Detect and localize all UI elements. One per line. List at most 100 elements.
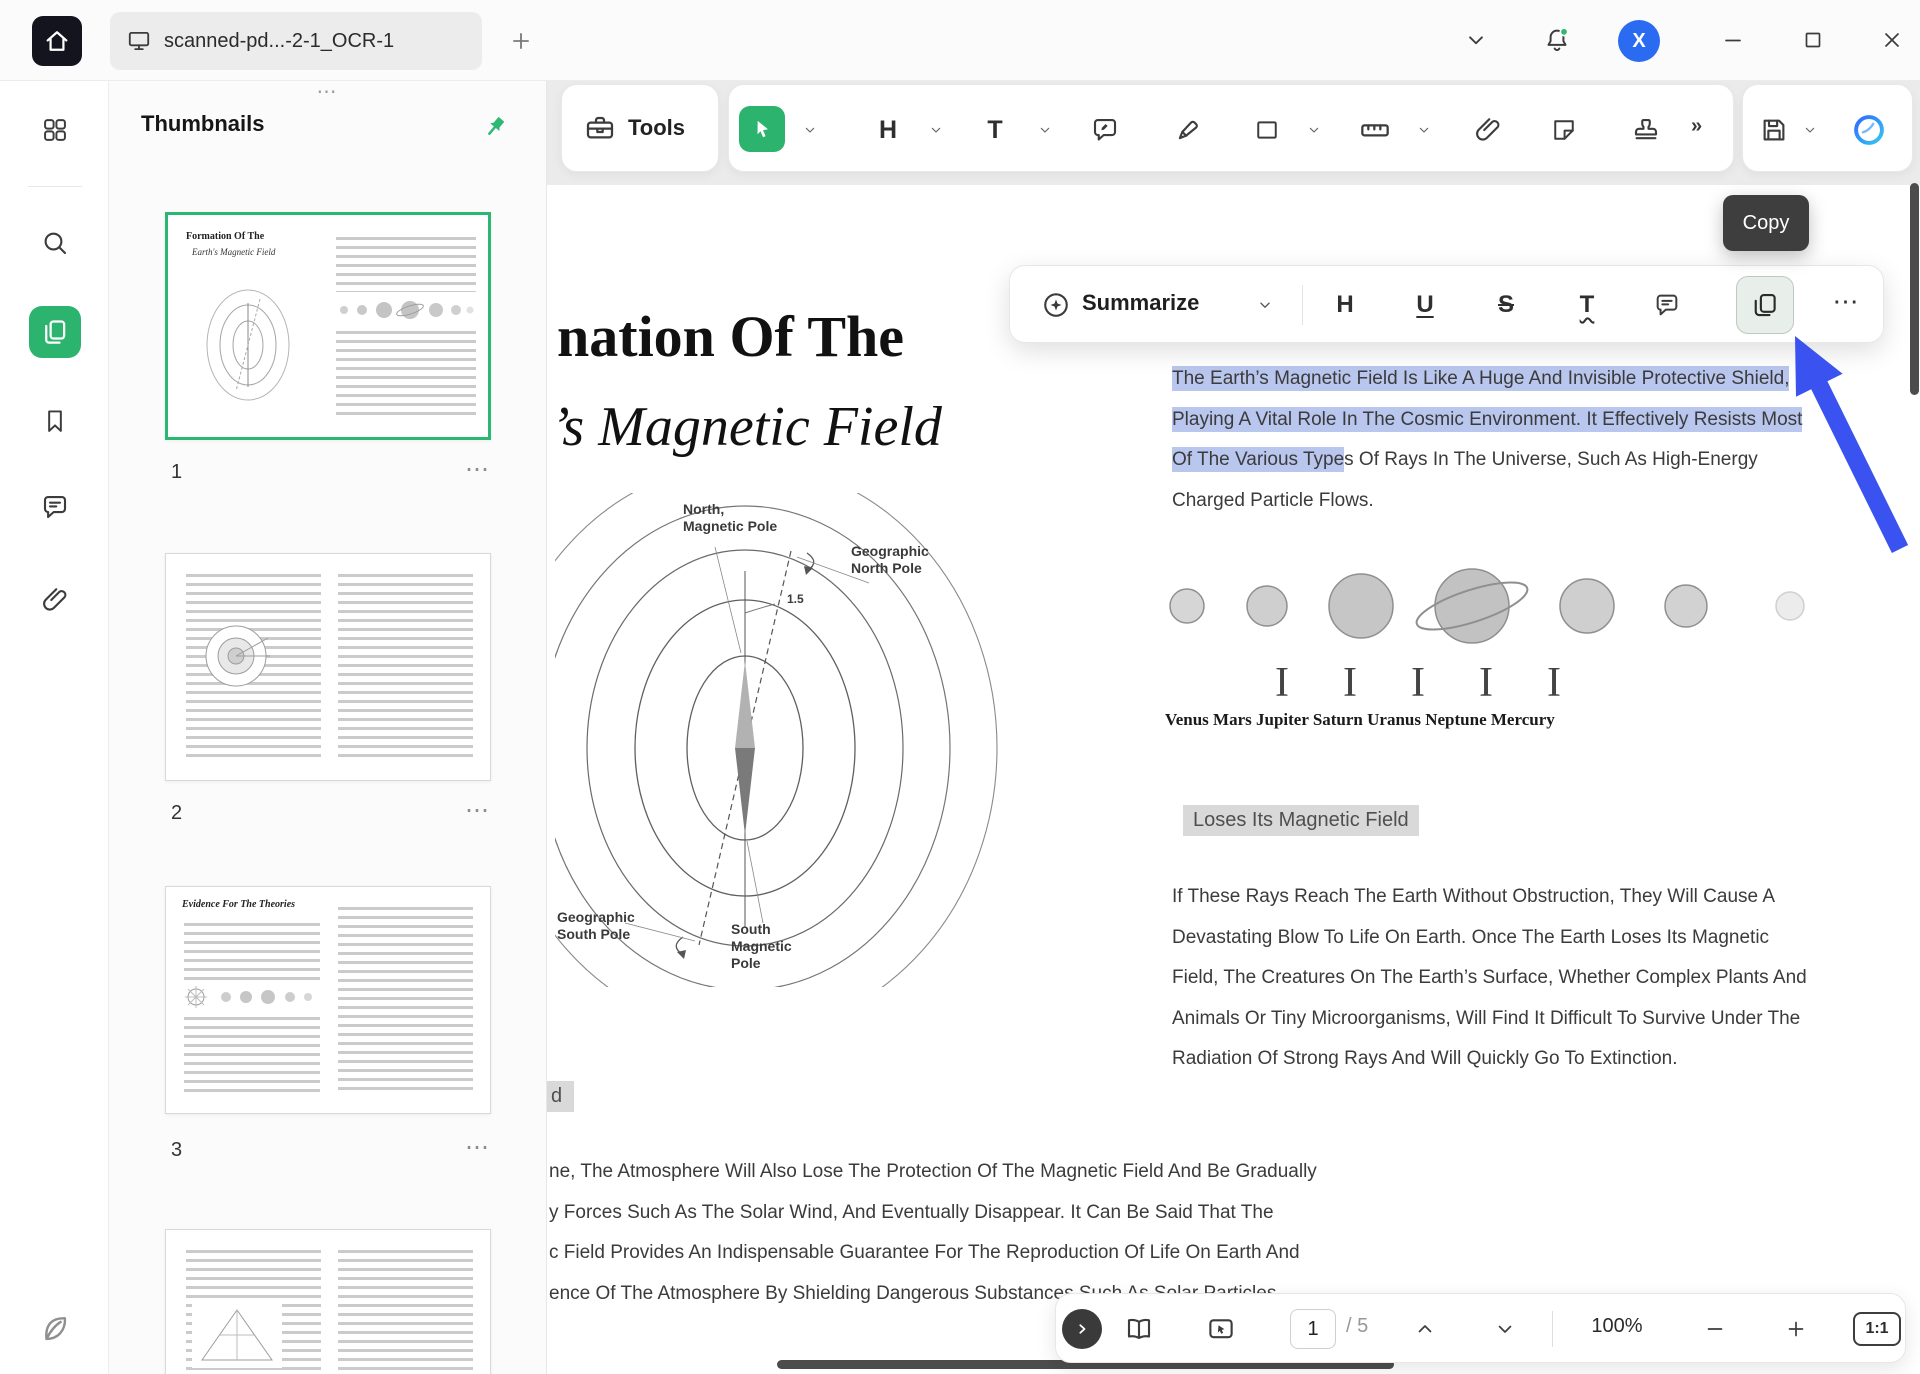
home-button[interactable] <box>32 16 82 66</box>
thumb1-planets <box>336 297 476 323</box>
search-button[interactable] <box>35 223 75 263</box>
chevron-down-icon <box>1493 1317 1517 1341</box>
new-tab-button[interactable] <box>504 24 538 58</box>
highlighter-icon <box>1173 115 1203 145</box>
minus-icon <box>1703 1317 1727 1341</box>
chevron-down-icon <box>928 122 944 138</box>
vertical-scrollbar[interactable] <box>1910 183 1919 395</box>
summarize-button[interactable] <box>1036 285 1076 325</box>
next-page-button[interactable] <box>1485 1309 1525 1349</box>
workspace: ⋯ Thumbnails Formation Of The Earth's Ma… <box>0 81 1920 1374</box>
page-number-2: 2 <box>171 802 182 825</box>
actual-size-button[interactable]: 1:1 <box>1853 1312 1901 1346</box>
monitor-icon <box>126 28 152 54</box>
expand-toolbar-button[interactable] <box>1062 1309 1102 1349</box>
planet-saturn <box>1435 569 1509 643</box>
collapse-toolbar-button[interactable] <box>1456 20 1496 60</box>
notifications-button[interactable] <box>1537 20 1577 60</box>
heading-tool-button[interactable]: H <box>868 110 908 150</box>
comment-icon <box>40 492 70 522</box>
zoom-in-button[interactable] <box>1776 1309 1816 1349</box>
highlight-text-button[interactable]: H <box>1325 285 1365 325</box>
chevron-down-icon <box>802 122 818 138</box>
summarize-label[interactable]: Summarize <box>1082 290 1199 316</box>
zoom-out-button[interactable] <box>1695 1309 1735 1349</box>
squiggly-underline-button[interactable]: T <box>1567 285 1607 325</box>
pin-panel-button[interactable] <box>477 109 513 145</box>
text-tool-button[interactable]: T <box>975 110 1015 150</box>
ai-assistant-button[interactable] <box>1849 110 1889 150</box>
ratio-label: 1:1 <box>1865 1320 1888 1338</box>
comment-tool-button[interactable] <box>1085 110 1125 150</box>
tools-menu-button[interactable]: Tools <box>561 84 719 172</box>
save-button[interactable] <box>1754 110 1794 150</box>
zoom-level[interactable]: 100% <box>1577 1315 1657 1338</box>
sticker-tool-button[interactable] <box>1544 110 1584 150</box>
grid-view-button[interactable] <box>35 110 75 150</box>
page-2-more-button[interactable]: ⋯ <box>445 796 491 825</box>
context-more-button[interactable]: ⋯ <box>1826 286 1866 317</box>
highlighter-tool-button[interactable] <box>1168 110 1208 150</box>
page-3-more-button[interactable]: ⋯ <box>445 1133 491 1162</box>
bell-icon <box>1543 26 1571 54</box>
maximize-icon <box>1801 28 1825 52</box>
page-1-more-button[interactable]: ⋯ <box>445 455 491 484</box>
select-tool-dropdown[interactable] <box>801 121 819 139</box>
thumbnail-page-2[interactable] <box>165 553 491 781</box>
toolbar-overflow-button[interactable]: » <box>1691 115 1702 138</box>
magnetic-field-diagram: North,Magnetic Pole GeographicNorth Pole… <box>555 493 1061 987</box>
measure-tool-button[interactable] <box>1355 110 1395 150</box>
minimize-button[interactable] <box>1713 20 1753 60</box>
sidebar-item-bookmarks[interactable] <box>35 401 75 441</box>
text-tool-dropdown[interactable] <box>1036 121 1054 139</box>
pointer-mode-button[interactable] <box>1201 1309 1241 1349</box>
document-tab[interactable]: scanned-pd...-2-1_OCR-1 <box>110 12 482 70</box>
planet-uranus <box>1560 579 1614 633</box>
save-dropdown[interactable] <box>1801 121 1819 139</box>
strikeout-text-button[interactable]: S <box>1486 285 1526 325</box>
underline-icon: U <box>1416 291 1433 319</box>
shapes-tool-button[interactable] <box>1247 110 1287 150</box>
close-button[interactable] <box>1872 20 1912 60</box>
thumbnail-page-4[interactable] <box>165 1229 491 1374</box>
titlebar: scanned-pd...-2-1_OCR-1 X <box>0 0 1920 81</box>
stamp-tool-button[interactable] <box>1626 110 1666 150</box>
text-tool-icon: T <box>987 116 1002 145</box>
attach-tool-button[interactable] <box>1468 110 1508 150</box>
shapes-tool-dropdown[interactable] <box>1305 121 1323 139</box>
comment-icon <box>1653 291 1681 319</box>
ruler-icon <box>1359 114 1391 146</box>
page-number-input[interactable]: 1 <box>1290 1309 1336 1349</box>
ai-assistant-icon <box>1851 112 1887 148</box>
close-icon <box>1880 28 1904 52</box>
measure-tool-dropdown[interactable] <box>1415 121 1433 139</box>
sidebar-item-thumbnails[interactable] <box>29 306 81 358</box>
thumb2-textlines <box>338 574 473 762</box>
label-axis-angle: 1.5 <box>787 591 804 608</box>
doc-title-line2: ’s Magnetic Field <box>551 395 942 459</box>
app-window: scanned-pd...-2-1_OCR-1 X <box>0 0 1920 1374</box>
user-avatar[interactable]: X <box>1618 20 1660 62</box>
reader-mode-button[interactable] <box>1119 1309 1159 1349</box>
sidebar-item-comments[interactable] <box>35 487 75 527</box>
copy-button[interactable] <box>1736 276 1794 334</box>
planets-caption: Venus Mars Jupiter Saturn Uranus Neptune… <box>1165 710 1555 730</box>
thumbnail-page-3[interactable]: Evidence For The Theories <box>165 886 491 1114</box>
thumbnail-page-1[interactable]: Formation Of The Earth's Magnetic Field <box>165 212 491 440</box>
underline-text-button[interactable]: U <box>1405 285 1445 325</box>
add-comment-button[interactable] <box>1647 285 1687 325</box>
heading-tool-dropdown[interactable] <box>927 121 945 139</box>
select-tool-button[interactable] <box>739 106 785 152</box>
page-total: / 5 <box>1346 1315 1368 1338</box>
thumb1-title: Formation Of The <box>186 231 264 242</box>
thumb1-textlines <box>336 237 476 292</box>
panel-drag-handle[interactable]: ⋯ <box>109 81 547 103</box>
chevron-down-icon <box>1306 122 1322 138</box>
summarize-dropdown[interactable] <box>1248 285 1282 325</box>
highlight-icon: H <box>1336 291 1353 319</box>
previous-page-button[interactable] <box>1405 1309 1445 1349</box>
thumb3-textlines <box>184 1017 320 1093</box>
sidebar-item-attachments[interactable] <box>35 580 75 620</box>
app-logo-icon <box>35 1309 75 1349</box>
maximize-button[interactable] <box>1793 20 1833 60</box>
